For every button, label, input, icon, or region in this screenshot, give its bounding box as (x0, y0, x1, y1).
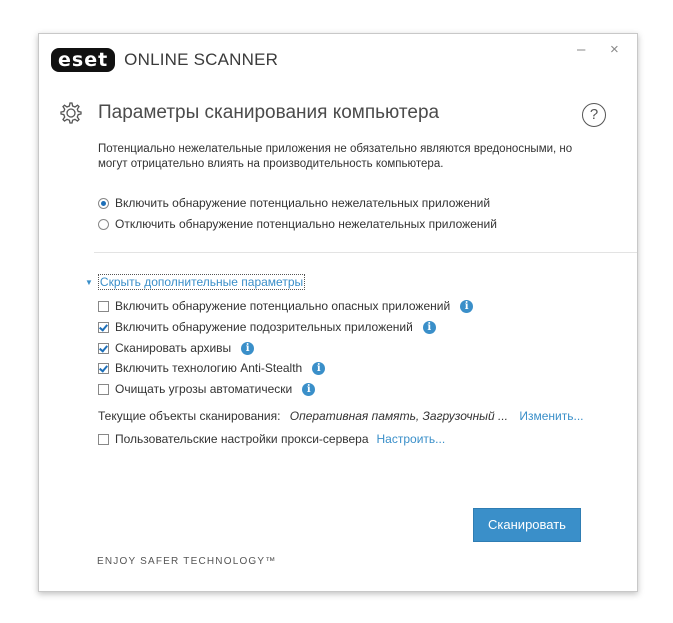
product-name: ONLINE SCANNER (124, 50, 279, 69)
scan-targets-row: Текущие объекты сканирования: Оперативна… (98, 409, 584, 423)
checkbox-label: Включить технологию Anti-Stealth (115, 361, 303, 375)
eset-logo: eset ONLINE SCANNER (51, 48, 278, 72)
checkbox[interactable] (98, 300, 109, 312)
info-icon[interactable]: i (460, 299, 474, 313)
footer-tagline: ENJOY SAFER TECHNOLOGY™ (97, 556, 277, 567)
checkbox-label: Сканировать архивы (115, 341, 232, 355)
minimize-button[interactable]: – (577, 41, 585, 58)
section-divider (94, 252, 637, 253)
checkbox-scan-archives[interactable]: Сканировать архивы i (98, 341, 255, 355)
radio-disable-pua[interactable]: Отключить обнаружение потенциально нежел… (98, 217, 497, 231)
checkbox[interactable] (98, 433, 109, 445)
checkbox-proxy[interactable]: Пользовательские настройки прокси-сервер… (98, 432, 445, 446)
page-title: Параметры сканирования компьютера (98, 102, 440, 123)
close-button[interactable]: × (610, 41, 619, 58)
info-icon[interactable]: i (241, 341, 255, 355)
scan-targets-value: Оперативная память, Загрузочный ... (289, 409, 509, 423)
configure-proxy-link[interactable]: Настроить... (377, 432, 446, 446)
info-icon[interactable]: i (422, 320, 436, 334)
scan-targets-label: Текущие объекты сканирования: (98, 409, 281, 423)
checkbox-label: Очищать угрозы автоматически (115, 382, 293, 396)
change-targets-link[interactable]: Изменить... (519, 409, 583, 423)
checkbox[interactable] (98, 321, 109, 333)
radio-label: Отключить обнаружение потенциально нежел… (115, 217, 497, 231)
scanner-window: eset ONLINE SCANNER – × Параметры сканир… (38, 33, 638, 592)
checkbox[interactable] (98, 342, 109, 354)
scan-button[interactable]: Сканировать (473, 508, 581, 542)
checkbox[interactable] (98, 362, 109, 374)
help-icon[interactable]: ? (582, 103, 606, 127)
checkbox-suspicious[interactable]: Включить обнаружение подозрительных прил… (98, 320, 436, 334)
eset-logo-badge: eset (51, 48, 116, 72)
info-icon[interactable]: i (302, 382, 316, 396)
advanced-toggle-label[interactable]: Скрыть дополнительные параметры (97, 274, 306, 290)
gear-icon (60, 102, 82, 124)
checkbox-label: Пользовательские настройки прокси-сервер… (115, 432, 369, 446)
checkbox-label: Включить обнаружение подозрительных прил… (115, 320, 413, 334)
triangle-down-icon: ▼ (85, 277, 93, 287)
checkbox-label: Включить обнаружение потенциально опасны… (115, 299, 451, 313)
checkbox-potentially-unsafe[interactable]: Включить обнаружение потенциально опасны… (98, 299, 474, 313)
radio-button[interactable] (98, 218, 109, 230)
checkbox[interactable] (98, 383, 109, 395)
checkbox-auto-clean[interactable]: Очищать угрозы автоматически i (98, 382, 316, 396)
radio-button[interactable] (98, 197, 109, 209)
eset-logo-text: eset (58, 49, 109, 71)
description-text: Потенциально нежелательные приложения не… (98, 143, 573, 170)
page-title-row: Параметры сканирования компьютера (58, 100, 439, 126)
info-icon[interactable]: i (312, 361, 326, 375)
advanced-toggle[interactable]: ▼ Скрыть дополнительные параметры (85, 274, 306, 290)
checkbox-anti-stealth[interactable]: Включить технологию Anti-Stealth i (98, 361, 326, 375)
radio-label: Включить обнаружение потенциально нежела… (115, 196, 491, 210)
radio-enable-pua[interactable]: Включить обнаружение потенциально нежела… (98, 196, 490, 210)
